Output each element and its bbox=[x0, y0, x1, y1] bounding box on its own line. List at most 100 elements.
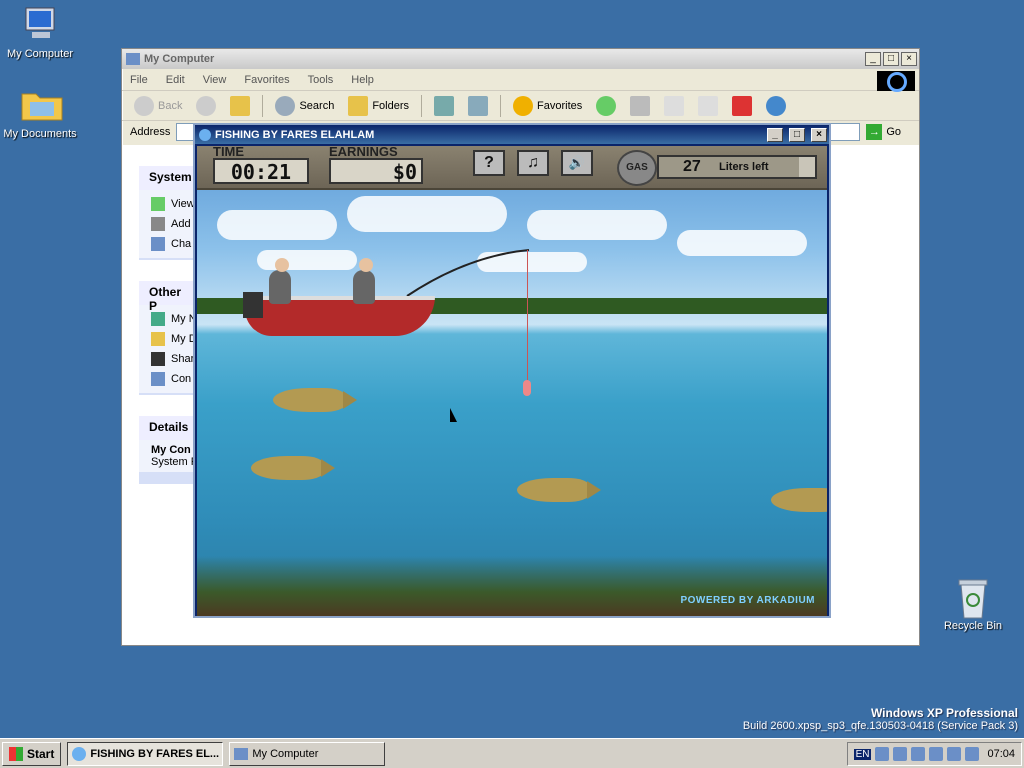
up-folder-button[interactable] bbox=[226, 94, 254, 118]
taskbar-item-label: My Computer bbox=[252, 747, 319, 760]
folders-icon bbox=[348, 95, 369, 116]
outboard-motor bbox=[243, 292, 263, 318]
desktop-icon-recycle-bin[interactable]: Recycle Bin bbox=[933, 576, 1013, 632]
ie-app-icon bbox=[199, 128, 211, 141]
fish[interactable] bbox=[517, 478, 601, 502]
clock[interactable]: 07:04 bbox=[987, 748, 1015, 760]
panel-item[interactable]: Add bbox=[151, 214, 197, 234]
fish[interactable] bbox=[251, 456, 335, 480]
views-icon bbox=[434, 95, 455, 116]
move-to-button[interactable] bbox=[660, 94, 688, 118]
menu-edit[interactable]: Edit bbox=[166, 74, 185, 86]
close-button[interactable]: × bbox=[901, 52, 917, 66]
explorer-toolbar: Back Search Folders Favorites bbox=[122, 91, 919, 121]
my-computer-icon bbox=[20, 4, 60, 44]
menu-tools[interactable]: Tools bbox=[308, 74, 334, 86]
undo-button[interactable] bbox=[762, 94, 790, 118]
desktop-icon-my-computer[interactable]: My Computer bbox=[0, 4, 80, 60]
history-button[interactable] bbox=[592, 94, 620, 118]
os-name: Windows XP Professional bbox=[870, 706, 1018, 720]
windows-flag-icon bbox=[9, 746, 23, 761]
fishing-line bbox=[527, 250, 528, 390]
other-places-panel: Other P My N My D Shar Con bbox=[138, 280, 198, 396]
os-watermark: Windows XP Professional Build 2600.xpsp_… bbox=[743, 706, 1018, 732]
search-button[interactable]: Search bbox=[271, 94, 338, 118]
taskbar-item-game[interactable]: FISHING BY FARES EL... bbox=[67, 741, 224, 766]
forward-button[interactable] bbox=[192, 94, 220, 118]
tray-icon[interactable] bbox=[929, 747, 944, 761]
panel-item[interactable]: Con bbox=[151, 369, 197, 389]
fisherman-front bbox=[353, 270, 375, 304]
language-indicator[interactable]: EN bbox=[853, 748, 872, 760]
folder-icon bbox=[20, 84, 63, 124]
panel-body: My Con System F bbox=[139, 440, 197, 472]
favorites-button[interactable]: Favorites bbox=[509, 94, 586, 118]
menu-view[interactable]: View bbox=[203, 74, 227, 86]
game-titlebar[interactable]: FISHING BY FARES ELAHLAM _ □ × bbox=[195, 125, 829, 144]
menu-file[interactable]: File bbox=[130, 74, 148, 86]
minimize-button[interactable]: _ bbox=[767, 127, 783, 142]
paste-icon bbox=[698, 95, 719, 116]
panel-title[interactable]: Details bbox=[139, 416, 197, 440]
my-computer-small-icon bbox=[126, 53, 140, 65]
fisherman-rear bbox=[269, 270, 291, 304]
paste-button[interactable] bbox=[694, 94, 722, 118]
menu-favorites[interactable]: Favorites bbox=[244, 74, 289, 86]
copy-to-icon bbox=[630, 95, 651, 116]
search-label: Search bbox=[299, 99, 335, 112]
toolbar-separator bbox=[421, 94, 423, 117]
back-button[interactable]: Back bbox=[130, 94, 186, 118]
game-stage[interactable]: TIME 00:21 EARNINGS $0 ? ♫ 🔊 GAS 27 Lite… bbox=[197, 146, 827, 616]
toolbar-separator bbox=[262, 94, 264, 117]
tray-icon[interactable] bbox=[893, 747, 908, 761]
home-icon bbox=[468, 95, 489, 116]
menu-help[interactable]: Help bbox=[351, 74, 374, 86]
control-panel-icon bbox=[151, 237, 165, 251]
ie-app-icon bbox=[72, 746, 87, 761]
details-type: System F bbox=[151, 456, 198, 468]
details-name: My Con bbox=[151, 444, 191, 456]
start-button[interactable]: Start bbox=[2, 741, 62, 766]
panel-item[interactable]: My N bbox=[151, 309, 197, 329]
go-button[interactable]: → Go bbox=[866, 124, 919, 140]
panel-item[interactable]: View bbox=[151, 194, 197, 214]
tray-icon[interactable] bbox=[965, 747, 980, 761]
taskbar-item-my-computer[interactable]: My Computer bbox=[229, 741, 386, 766]
up-folder-icon bbox=[230, 95, 251, 116]
bait-worm bbox=[523, 380, 531, 396]
system-tray: EN 07:04 bbox=[846, 742, 1022, 766]
folders-button[interactable]: Folders bbox=[344, 94, 413, 118]
back-label: Back bbox=[158, 99, 183, 112]
copy-to-button[interactable] bbox=[626, 94, 654, 118]
panel-body: My N My D Shar Con bbox=[139, 305, 197, 393]
maximize-button[interactable]: □ bbox=[883, 52, 899, 66]
system-tasks-panel: System View Add Cha bbox=[138, 165, 198, 261]
panel-item-label: View bbox=[171, 198, 195, 210]
desktop-icon-my-documents[interactable]: My Documents bbox=[0, 84, 80, 140]
go-arrow-icon: → bbox=[866, 124, 883, 140]
maximize-button[interactable]: □ bbox=[789, 127, 805, 142]
minimize-button[interactable]: _ bbox=[865, 52, 881, 66]
home-button[interactable] bbox=[464, 94, 492, 118]
panel-item[interactable]: Shar bbox=[151, 349, 197, 369]
details-panel: Details My Con System F bbox=[138, 415, 198, 485]
powered-by-label: POWERED BY ARKADIUM bbox=[680, 595, 815, 606]
panel-title[interactable]: Other P bbox=[139, 281, 197, 313]
tray-icon[interactable] bbox=[911, 747, 926, 761]
explorer-title: My Computer bbox=[144, 53, 215, 65]
views-button[interactable] bbox=[430, 94, 458, 118]
fish[interactable] bbox=[273, 388, 357, 412]
panel-item[interactable]: Cha bbox=[151, 234, 197, 254]
tray-icon[interactable] bbox=[875, 747, 890, 761]
undo-icon bbox=[766, 95, 787, 116]
panel-item-label: Con bbox=[171, 373, 192, 385]
panel-item-label: Add bbox=[171, 218, 191, 230]
tray-icon[interactable] bbox=[947, 747, 962, 761]
close-button[interactable]: × bbox=[811, 127, 827, 142]
panel-item[interactable]: My D bbox=[151, 329, 197, 349]
delete-button[interactable] bbox=[728, 94, 756, 118]
os-build: Build 2600.xpsp_sp3_qfe.130503-0418 (Ser… bbox=[742, 720, 1018, 732]
panel-title[interactable]: System bbox=[139, 166, 197, 190]
explorer-titlebar[interactable]: My Computer _ □ × bbox=[122, 49, 919, 69]
game-window[interactable]: FISHING BY FARES ELAHLAM _ □ × TIME 00:2… bbox=[193, 123, 831, 618]
